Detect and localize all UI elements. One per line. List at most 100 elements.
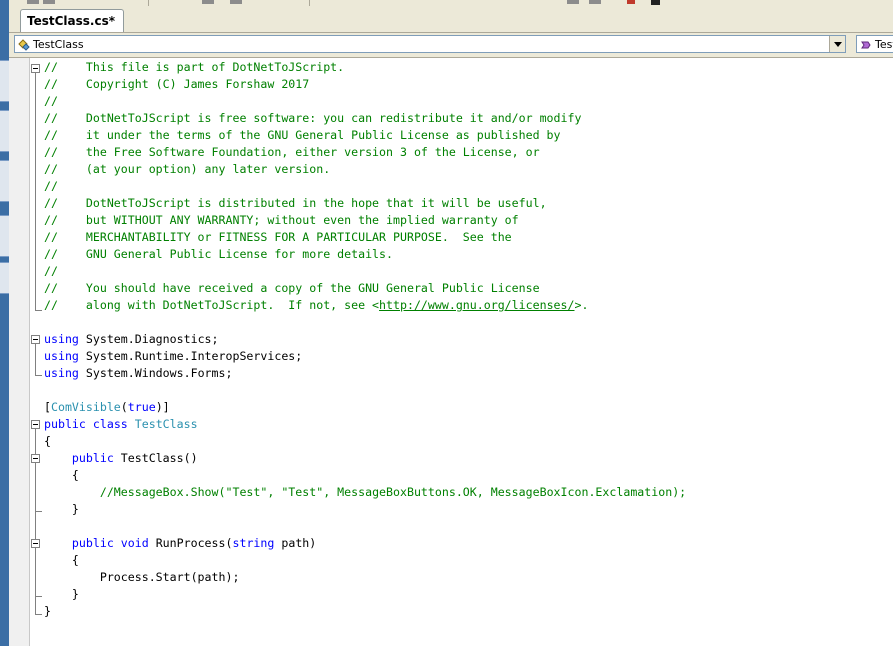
- code-comment: // DotNetToJScript is distributed in the…: [44, 196, 547, 210]
- code-comment: //: [44, 264, 58, 278]
- outline-guide: [35, 344, 36, 375]
- code-line[interactable]: [ComVisible(true)]: [44, 399, 170, 416]
- code-line[interactable]: // the Free Software Foundation, either …: [44, 144, 540, 161]
- code-text: {: [44, 434, 51, 448]
- code-comment: //: [44, 179, 58, 193]
- stop-icon[interactable]: [627, 0, 635, 4]
- code-line[interactable]: // DotNetToJScript is free software: you…: [44, 110, 581, 127]
- outline-guide: [35, 375, 42, 376]
- code-line[interactable]: }: [44, 586, 79, 603]
- outline-guide: [35, 73, 36, 310]
- outline-guide: [35, 310, 42, 311]
- code-line[interactable]: //MessageBox.Show("Test", "Test", Messag…: [44, 484, 686, 501]
- collapse-toggle[interactable]: [31, 454, 40, 463]
- method-icon: [859, 37, 873, 51]
- paste-icon[interactable]: [589, 0, 601, 4]
- outlining-margin: [9, 58, 44, 646]
- code-line[interactable]: // GNU General Public License for more d…: [44, 246, 393, 263]
- member-dropdown[interactable]: TestClass: [856, 35, 893, 53]
- code-text: (: [120, 400, 128, 414]
- code-text: )]: [155, 400, 170, 414]
- cut-icon[interactable]: [230, 0, 242, 4]
- code-line[interactable]: // You should have received a copy of th…: [44, 280, 540, 297]
- type-dropdown-button[interactable]: [829, 36, 845, 52]
- code-comment: // but WITHOUT ANY WARRANTY; without eve…: [44, 213, 519, 227]
- toolbar-overflow-dropdown[interactable]: [651, 0, 660, 5]
- code-line[interactable]: }: [44, 603, 51, 620]
- code-comment: // Copyright (C) James Forshaw 2017: [44, 77, 310, 91]
- code-line[interactable]: // it under the terms of the GNU General…: [44, 127, 561, 144]
- code-comment: // This file is part of DotNetToJScript.: [44, 60, 345, 74]
- code-comment: // DotNetToJScript is free software: you…: [44, 111, 582, 125]
- code-keyword: using: [44, 332, 79, 346]
- outline-guide: [35, 614, 42, 615]
- code-keyword: public: [71, 536, 114, 550]
- code-text: System.Windows.Forms;: [78, 366, 233, 380]
- dock-tab-class-view[interactable]: [0, 215, 9, 257]
- collapse-toggle[interactable]: [31, 335, 40, 344]
- code-comment: // GNU General Public License for more d…: [44, 247, 394, 261]
- code-keyword: public: [71, 451, 114, 465]
- dock-tab-server-explorer[interactable]: [0, 110, 9, 152]
- code-line[interactable]: public class TestClass: [44, 416, 198, 433]
- code-text: System.Diagnostics;: [78, 332, 219, 346]
- code-line[interactable]: using System.Windows.Forms;: [44, 365, 232, 382]
- code-line[interactable]: using System.Diagnostics;: [44, 331, 219, 348]
- code-text: TestClass(): [113, 451, 198, 465]
- code-link[interactable]: http://www.gnu.org/licenses/: [379, 298, 574, 312]
- code-editor[interactable]: // This file is part of DotNetToJScript.…: [9, 58, 893, 646]
- code-line[interactable]: // DotNetToJScript is distributed in the…: [44, 195, 547, 212]
- code-keyword: public: [44, 417, 86, 431]
- member-dropdown-value: TestClass: [875, 37, 893, 51]
- code-text: {: [44, 553, 79, 567]
- code-line[interactable]: // MERCHANTABILITY or FITNESS FOR A PART…: [44, 229, 512, 246]
- code-line[interactable]: {: [44, 552, 79, 569]
- code-line[interactable]: // (at your option) any later version.: [44, 161, 330, 178]
- code-line[interactable]: public TestClass(): [44, 450, 198, 467]
- collapse-toggle[interactable]: [31, 539, 40, 548]
- type-dropdown[interactable]: TestClass: [14, 35, 846, 53]
- dock-tab-toolbox[interactable]: [0, 60, 9, 102]
- code-text: path): [274, 536, 317, 550]
- code-line[interactable]: {: [44, 467, 79, 484]
- code-keyword: true: [127, 400, 156, 414]
- code-line[interactable]: // This file is part of DotNetToJScript.: [44, 59, 344, 76]
- code-line[interactable]: }: [44, 501, 79, 518]
- tab-testclass-cs[interactable]: TestClass.cs*: [20, 9, 125, 32]
- code-line[interactable]: {: [44, 433, 51, 450]
- code-line[interactable]: // Copyright (C) James Forshaw 2017: [44, 76, 309, 93]
- code-comment: // it under the terms of the GNU General…: [44, 128, 561, 142]
- code-text: }: [44, 502, 79, 516]
- code-line[interactable]: //: [44, 178, 58, 195]
- code-keyword: class: [92, 417, 128, 431]
- dock-tab-properties[interactable]: [0, 160, 9, 202]
- code-line[interactable]: public void RunProcess(string path): [44, 535, 316, 552]
- code-comment: // MERCHANTABILITY or FITNESS FOR A PART…: [44, 230, 512, 244]
- code-keyword: using: [44, 349, 79, 363]
- code-line[interactable]: // along with DotNetToJScript. If not, s…: [44, 297, 588, 314]
- save-icon[interactable]: [202, 0, 214, 4]
- copy-icon[interactable]: [567, 0, 579, 4]
- open-file-icon[interactable]: [43, 0, 55, 4]
- code-keyword: using: [44, 366, 79, 380]
- code-line[interactable]: using System.Runtime.InteropServices;: [44, 348, 302, 365]
- collapse-toggle[interactable]: [31, 420, 40, 429]
- new-file-icon[interactable]: [27, 0, 39, 4]
- code-text-area[interactable]: // This file is part of DotNetToJScript.…: [44, 58, 893, 646]
- code-text: RunProcess(: [148, 536, 233, 550]
- code-keyword: void: [120, 536, 149, 550]
- collapse-toggle[interactable]: [31, 64, 40, 73]
- code-line[interactable]: //: [44, 93, 58, 110]
- code-line[interactable]: //: [44, 263, 58, 280]
- left-dock-strip: [0, 0, 9, 646]
- navigation-bar: TestClass TestClass: [9, 33, 893, 58]
- code-line[interactable]: Process.Start(path);: [44, 569, 240, 586]
- dock-tab-output[interactable]: [0, 262, 9, 294]
- code-type-name: ComVisible: [50, 400, 121, 414]
- code-line[interactable]: // but WITHOUT ANY WARRANTY; without eve…: [44, 212, 519, 229]
- code-keyword: string: [232, 536, 275, 550]
